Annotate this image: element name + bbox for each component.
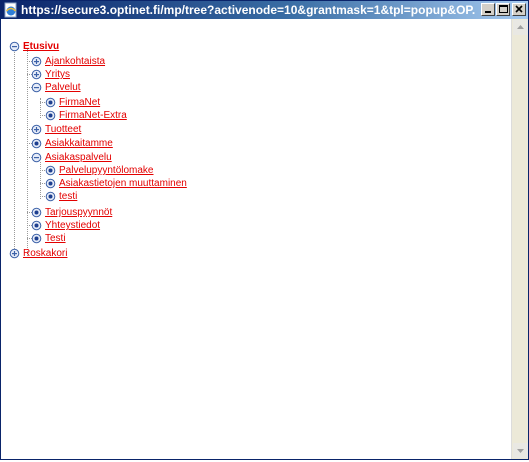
expand-plus-icon[interactable] [31, 56, 42, 67]
popup-window: https://secure3.optinet.fi/mp/tree?activ… [0, 0, 529, 460]
tree-node-palvelut[interactable]: Palvelut [31, 81, 431, 94]
ie-page-icon [3, 2, 19, 18]
tree-node-tarjouspyynnot[interactable]: Tarjouspyynnöt [31, 206, 431, 219]
tree-node-asiakastietojen-muuttaminen[interactable]: Asiakastietojen muuttaminen [45, 177, 445, 190]
tree-node-asiakkaitamme[interactable]: Asiakkaitamme [31, 137, 431, 150]
leaf-bullet-icon [31, 138, 42, 149]
tree-node-firmanet[interactable]: FirmaNet [45, 96, 445, 109]
tree-node-testi[interactable]: Testi [31, 232, 431, 245]
leaf-bullet-icon [31, 207, 42, 218]
tree-connector [14, 49, 15, 253]
tree-node-yritys[interactable]: Yritys [31, 68, 431, 81]
tree-link-tarjouspyynnot[interactable]: Tarjouspyynnöt [45, 206, 112, 219]
tree-link-firmanet[interactable]: FirmaNet [59, 96, 100, 109]
tree-link-asiakkaitamme[interactable]: Asiakkaitamme [45, 137, 113, 150]
vertical-scrollbar[interactable] [511, 19, 528, 459]
leaf-bullet-icon [31, 233, 42, 244]
tree-link-palvelupyyntolomake[interactable]: Palvelupyyntölomake [59, 164, 154, 177]
tree-node-palvelupyyntolomake[interactable]: Palvelupyyntölomake [45, 164, 445, 177]
tree-node-testi-sub[interactable]: testi [45, 190, 445, 203]
expand-plus-icon[interactable] [31, 69, 42, 80]
scroll-down-arrow-icon[interactable] [513, 443, 528, 458]
close-button[interactable] [512, 3, 526, 16]
tree-node-asiakaspalvelu[interactable]: Asiakaspalvelu [31, 151, 431, 164]
collapse-minus-icon[interactable] [9, 41, 20, 52]
tree-link-yritys[interactable]: Yritys [45, 68, 70, 81]
tree-node-tuotteet[interactable]: Tuotteet [31, 123, 431, 136]
tree-link-palvelut[interactable]: Palvelut [45, 81, 81, 94]
expand-plus-icon[interactable] [9, 248, 20, 259]
tree-node-firmanet-extra[interactable]: FirmaNet-Extra [45, 109, 445, 122]
tree-link-testi-sub[interactable]: testi [59, 190, 77, 203]
maximize-button[interactable] [496, 3, 510, 16]
tree-connector [40, 162, 41, 199]
tree-node-roskakori[interactable]: Roskakori [9, 247, 409, 260]
collapse-minus-icon[interactable] [31, 152, 42, 163]
leaf-bullet-icon [45, 165, 56, 176]
leaf-bullet-icon [45, 191, 56, 202]
tree-link-asiakastietojen-muuttaminen[interactable]: Asiakastietojen muuttaminen [59, 177, 187, 190]
title-bar[interactable]: https://secure3.optinet.fi/mp/tree?activ… [1, 1, 528, 19]
tree-node-etusivu[interactable]: Etusivu [9, 40, 409, 53]
tree-link-asiakaspalvelu[interactable]: Asiakaspalvelu [45, 151, 112, 164]
tree-link-etusivu[interactable]: Etusivu [23, 40, 59, 53]
minimize-button[interactable] [481, 3, 495, 16]
tree-node-ajankohtaista[interactable]: Ajankohtaista [31, 55, 431, 68]
scroll-up-arrow-icon[interactable] [513, 20, 528, 35]
leaf-bullet-icon [45, 97, 56, 108]
collapse-minus-icon[interactable] [31, 82, 42, 93]
tree-link-ajankohtaista[interactable]: Ajankohtaista [45, 55, 105, 68]
window-title: https://secure3.optinet.fi/mp/tree?activ… [21, 3, 476, 17]
tree-link-firmanet-extra[interactable]: FirmaNet-Extra [59, 109, 127, 122]
leaf-bullet-icon [45, 178, 56, 189]
site-tree: Etusivu Ajankohtaista Yritys Palvelut Fi… [1, 19, 511, 279]
page-content: Etusivu Ajankohtaista Yritys Palvelut Fi… [1, 19, 511, 459]
leaf-bullet-icon [45, 110, 56, 121]
tree-link-yhteystiedot[interactable]: Yhteystiedot [45, 219, 100, 232]
expand-plus-icon[interactable] [31, 124, 42, 135]
tree-node-yhteystiedot[interactable]: Yhteystiedot [31, 219, 431, 232]
tree-link-roskakori[interactable]: Roskakori [23, 247, 67, 260]
leaf-bullet-icon [31, 220, 42, 231]
tree-link-tuotteet[interactable]: Tuotteet [45, 123, 81, 136]
tree-link-testi[interactable]: Testi [45, 232, 66, 245]
